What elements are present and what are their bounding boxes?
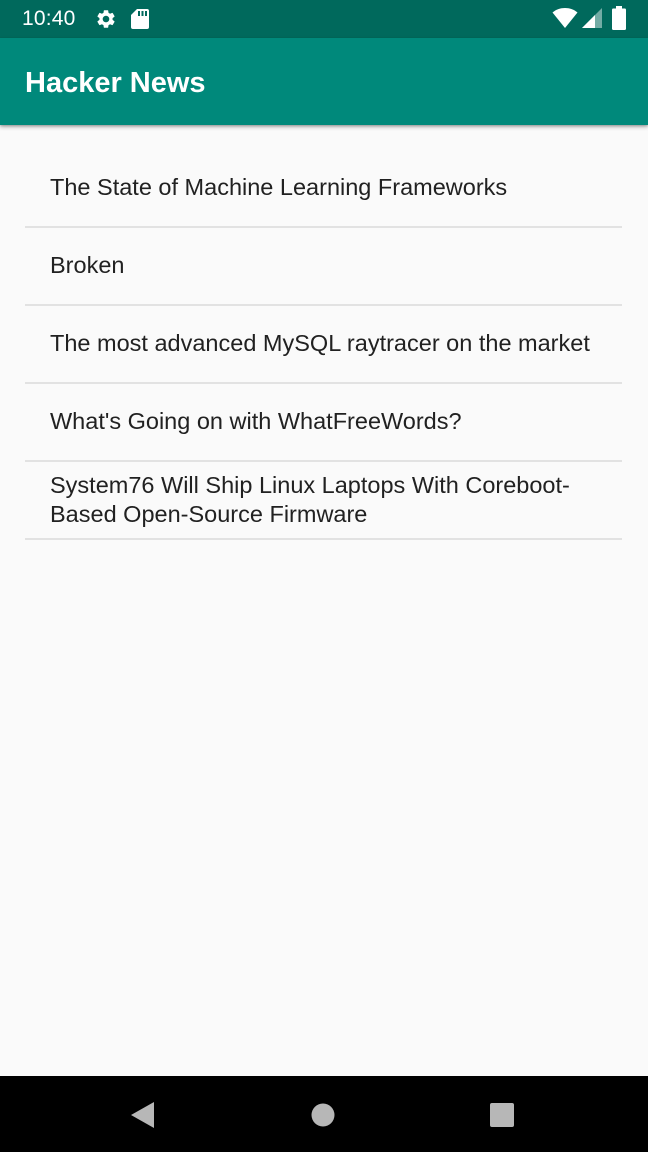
- navigation-bar: [0, 1076, 648, 1152]
- status-bar: 10:40: [0, 0, 648, 38]
- status-time: 10:40: [22, 7, 76, 30]
- story-list-container[interactable]: The State of Machine Learning Frameworks…: [0, 125, 648, 1076]
- app-title: Hacker News: [25, 67, 206, 99]
- back-icon[interactable]: [126, 1098, 160, 1132]
- home-icon[interactable]: [306, 1098, 340, 1132]
- story-title: The most advanced MySQL raytracer on the…: [50, 330, 590, 357]
- app-bar: Hacker News: [0, 38, 648, 125]
- story-item[interactable]: The State of Machine Learning Frameworks: [25, 150, 622, 228]
- recents-icon[interactable]: [485, 1098, 519, 1132]
- story-title: System76 Will Ship Linux Laptops With Co…: [50, 471, 570, 528]
- sd-card-icon: [131, 9, 149, 29]
- story-title: What's Going on with WhatFreeWords?: [50, 408, 462, 435]
- story-item[interactable]: What's Going on with WhatFreeWords?: [25, 384, 622, 462]
- cell-signal-icon: [582, 8, 602, 28]
- battery-icon: [612, 6, 626, 30]
- story-item[interactable]: System76 Will Ship Linux Laptops With Co…: [25, 462, 622, 540]
- story-title: Broken: [50, 252, 125, 279]
- gear-icon: [97, 10, 115, 28]
- wifi-icon: [552, 8, 578, 28]
- story-list: The State of Machine Learning Frameworks…: [25, 150, 622, 540]
- story-item[interactable]: Broken: [25, 228, 622, 306]
- story-title: The State of Machine Learning Frameworks: [50, 174, 508, 201]
- story-item[interactable]: The most advanced MySQL raytracer on the…: [25, 306, 622, 384]
